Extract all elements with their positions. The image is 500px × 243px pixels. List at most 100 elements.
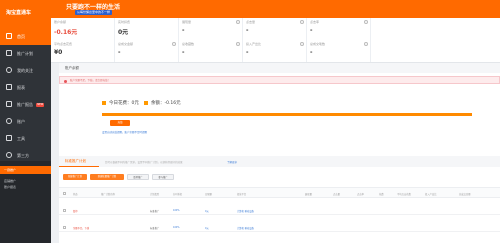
row-platform[interactable]: 计算机 移动设备: [237, 226, 254, 230]
balance-bar: [102, 113, 472, 116]
column-header: 点击量: [333, 192, 340, 196]
sidebar-item-promo-report[interactable]: 推广报告 NEW: [0, 96, 51, 113]
balance-value: -0.16元: [164, 101, 181, 106]
stat-label: 展现量: [182, 20, 192, 24]
learn-more-link[interactable]: 了解更多: [227, 160, 237, 164]
tab-standard-plans[interactable]: 标准推广计划: [59, 156, 99, 167]
sidebar-item-label: 第三方: [17, 153, 29, 158]
logo: 淘宝直通车: [0, 0, 51, 28]
info-icon[interactable]: [364, 42, 368, 46]
sidebar-item-label: 推广计划: [17, 51, 33, 56]
table-row[interactable]: 余额不足，下线 标准推广 100% 0元 计算机 移动设备: [59, 222, 500, 232]
new-plan-button[interactable]: 新建推广计划: [63, 174, 87, 180]
info-icon[interactable]: [300, 42, 304, 46]
stat-impressions: 展现量 -: [179, 18, 243, 40]
column-header: 投放平台: [237, 192, 247, 196]
row-discount[interactable]: 100%: [173, 226, 180, 229]
today-cost: 今日花费：0元: [109, 100, 139, 106]
row-plan-type: 标准推广: [150, 226, 160, 230]
stat-value: -: [246, 27, 249, 34]
sidebar-item-label: 报表: [17, 85, 25, 90]
cost-square-icon: [102, 101, 106, 105]
table-row[interactable]: 暂停 标准推广 100% 0元 计算机 移动设备: [59, 205, 500, 215]
plans-header: 标准推广计划 您可以根据不同的推广需求，设置不同推广计划，以便获得更好的效果 了…: [59, 156, 500, 167]
stat-label: 实时扣费: [118, 20, 131, 24]
column-header: 日限额: [205, 192, 212, 196]
info-icon[interactable]: [236, 20, 240, 24]
stat-orders: 总成交笔数 -: [307, 40, 371, 62]
stat-label: 点击率: [310, 20, 320, 24]
sub-item-active[interactable]: 一键推广: [0, 166, 51, 174]
row-plan-type: 标准推广: [150, 209, 160, 213]
plans-tip: 您可以根据不同的推广需求，设置不同推广计划，以便获得更好的效果: [105, 160, 183, 164]
balance-label: 余额：: [151, 101, 165, 106]
today-cost-label: 今日花费：: [109, 101, 132, 106]
info-icon[interactable]: [236, 42, 240, 46]
sidebar-item-label: 工具: [17, 136, 25, 141]
row-status: 暂停: [73, 209, 78, 213]
heart-icon: [6, 67, 12, 73]
info-icon[interactable]: [300, 20, 304, 24]
auto-recharge-link[interactable]: 设置自动充值提醒，账户余额不足时提醒: [102, 130, 147, 134]
account-header: 账户余额: [59, 63, 500, 73]
new-badge: NEW: [36, 103, 45, 107]
stat-value: 0元: [118, 29, 129, 36]
sidebar: 淘宝直通车 首页 推广计划 我的关注 报表 推广报告 NEW 账户 工具 第三方…: [0, 0, 51, 243]
sidebar-item-follow[interactable]: 我的关注: [0, 62, 51, 79]
stat-label: 点击量: [246, 20, 256, 24]
chart-icon: [6, 101, 12, 107]
today-cost-value: 0元: [131, 101, 139, 106]
balance: 余额：-0.16元: [151, 100, 181, 106]
sidebar-item-label: 我的关注: [17, 68, 33, 73]
sidebar-item-label: 推广报告: [17, 102, 33, 107]
stat-value: -: [182, 49, 185, 56]
row-discount[interactable]: 100%: [173, 209, 180, 212]
table-header: 状态 推广计划名称 计划类型 分时折扣 日限额 投放平台 展现量 点击量 点击率…: [59, 187, 500, 198]
banner-subtitle[interactable]: 从每份懈怠里中的不一样: [75, 10, 113, 15]
row-platform[interactable]: 计算机 移动设备: [237, 209, 254, 213]
row-daily-limit[interactable]: 0元: [205, 209, 209, 213]
report-icon: [6, 84, 12, 90]
column-header: 推广计划名称: [101, 192, 115, 196]
row-checkbox[interactable]: [63, 225, 66, 229]
stat-value: -: [182, 27, 185, 34]
stat-total-sales: 总成交金额 -: [115, 40, 179, 62]
balance-square-icon: [144, 101, 148, 105]
sidebar-item-home[interactable]: 首页: [0, 28, 51, 45]
info-icon[interactable]: [172, 42, 176, 46]
pause-button[interactable]: 暂停推广: [127, 174, 149, 180]
account-icon: [6, 118, 12, 124]
row-checkbox[interactable]: [63, 208, 66, 212]
stat-label: 总收藏数: [182, 42, 195, 46]
join-button[interactable]: 参与推广: [152, 174, 174, 180]
sidebar-item-tools[interactable]: 工具: [0, 130, 51, 147]
stats-grid: 账户余额 -0.16元 实时扣费 0元 展现量 - 点击量 - 点击率 - 平均…: [51, 18, 500, 63]
sidebar-item-plans[interactable]: 推广计划: [0, 45, 51, 62]
info-icon[interactable]: [364, 20, 368, 24]
recharge-button[interactable]: 充值: [110, 120, 130, 126]
sidebar-subpanel: 一键推广 店铺推广 账户报表: [0, 161, 51, 243]
top-banner: 只要跑不一样的生活 从每份懈怠里中的不一样: [51, 0, 500, 18]
home-icon: [6, 33, 12, 39]
sidebar-item-label: 账户: [17, 119, 25, 124]
plans-card: 标准推广计划 您可以根据不同的推广需求，设置不同推广计划，以便获得更好的效果 了…: [59, 156, 500, 243]
sub-item[interactable]: 店铺推广: [4, 179, 16, 183]
row-daily-limit[interactable]: 0元: [205, 226, 209, 230]
stat-roi: 投入产出比 -: [243, 40, 307, 62]
stat-avg-cpc: 平均点击花费 ¥0: [51, 40, 115, 62]
new-batch-plan-button[interactable]: 新建批量推广计划: [90, 174, 124, 180]
account-card: 账户余额 账户余额不足，下线，请立即充值！: [59, 63, 500, 156]
sidebar-item-account[interactable]: 账户: [0, 113, 51, 130]
sidebar-item-reports[interactable]: 报表: [0, 79, 51, 96]
sidebar-item-label: 首页: [17, 34, 25, 39]
stat-value: -0.16元: [54, 29, 78, 36]
column-header: 计划类型: [150, 192, 160, 196]
column-header: 平均点击花费: [397, 192, 411, 196]
select-all-checkbox[interactable]: [63, 192, 66, 195]
stat-value: -: [118, 49, 121, 56]
stat-label: 账户余额: [54, 20, 67, 24]
stat-label: 总成交金额: [118, 42, 134, 46]
sub-item[interactable]: 账户报表: [4, 185, 16, 189]
column-header: 点击率: [357, 192, 364, 196]
column-header: 状态: [73, 192, 78, 196]
